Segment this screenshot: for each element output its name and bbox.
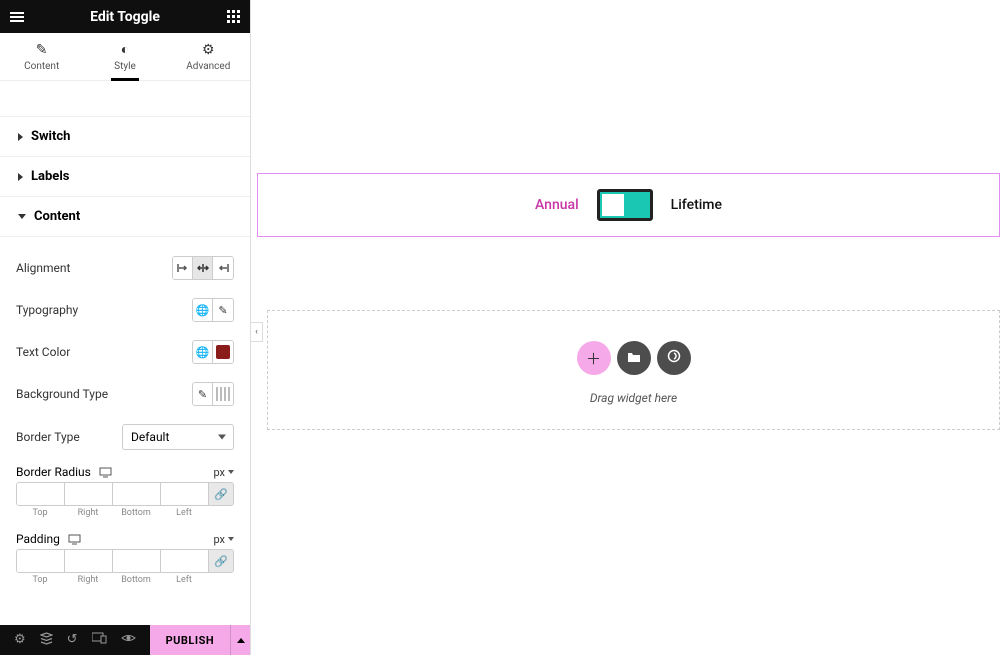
alignment-group xyxy=(172,256,234,280)
tab-content[interactable]: ✎ Content xyxy=(0,33,83,80)
navigator-icon[interactable] xyxy=(40,632,53,649)
contrast-icon: ◐ xyxy=(121,41,129,58)
chevron-up-icon xyxy=(237,638,245,643)
tab-advanced[interactable]: ⚙ Advanced xyxy=(167,33,250,80)
preview-canvas: Annual Lifetime ‹ ＋ xyxy=(251,0,1000,655)
caret-right-icon xyxy=(18,133,23,141)
align-right-button[interactable] xyxy=(213,257,233,279)
history-icon[interactable]: ↺ xyxy=(67,632,78,649)
chevron-down-icon xyxy=(228,470,234,474)
editor-sidebar: Edit Toggle ✎ Content ◐ Style ⚙ Advanced… xyxy=(0,0,251,655)
preview-icon[interactable] xyxy=(121,632,136,649)
border-radius-link-button[interactable]: 🔗 xyxy=(209,483,233,505)
publish-button[interactable]: PUBLISH xyxy=(150,625,231,655)
panel-title: Edit Toggle xyxy=(24,9,226,25)
border-radius-bottom[interactable] xyxy=(113,483,161,505)
gradient-icon xyxy=(216,387,230,401)
color-swatch xyxy=(216,345,230,359)
padding-link-button[interactable]: 🔗 xyxy=(209,550,233,572)
link-icon: 🔗 xyxy=(214,555,228,568)
align-center-button[interactable] xyxy=(193,257,213,279)
border-type-select[interactable]: Default xyxy=(122,424,234,450)
brush-icon: ✎ xyxy=(198,388,207,401)
tab-style[interactable]: ◐ Style xyxy=(83,33,166,80)
import-button[interactable] xyxy=(657,341,691,375)
toggle-widget[interactable]: Annual Lifetime xyxy=(257,173,1000,237)
text-color-global-button[interactable]: 🌐 xyxy=(193,341,213,363)
panel-body: Switch Labels Content Alignment xyxy=(0,81,250,625)
bg-gradient-button[interactable] xyxy=(213,383,233,405)
sidebar-header: Edit Toggle xyxy=(0,0,250,33)
menu-icon[interactable] xyxy=(10,10,24,24)
settings-icon[interactable]: ⚙ xyxy=(14,632,26,649)
template-library-button[interactable] xyxy=(617,341,651,375)
control-text-color: Text Color 🌐 xyxy=(16,331,234,373)
text-color-picker-button[interactable] xyxy=(213,341,233,363)
padding-inputs: 🔗 xyxy=(16,549,234,573)
pencil-icon: ✎ xyxy=(218,304,227,317)
link-icon: 🔗 xyxy=(214,488,228,501)
globe-icon: 🌐 xyxy=(196,346,210,359)
desktop-icon[interactable] xyxy=(99,467,112,478)
control-padding-header: Padding px xyxy=(16,526,234,549)
collapse-sidebar-button[interactable]: ‹ xyxy=(251,322,263,342)
globe-icon: 🌐 xyxy=(196,304,210,317)
plus-icon: ＋ xyxy=(586,348,601,369)
drop-section[interactable]: ＋ Drag widget here xyxy=(267,310,1000,430)
chevron-down-icon xyxy=(228,537,234,541)
section-content[interactable]: Content xyxy=(0,197,250,237)
bg-classic-button[interactable]: ✎ xyxy=(193,383,213,405)
toggle-knob xyxy=(602,194,624,216)
toggle-label-right[interactable]: Lifetime xyxy=(671,197,722,213)
toggle-label-left[interactable]: Annual xyxy=(535,197,579,213)
toggle-switch[interactable] xyxy=(597,189,653,221)
responsive-icon[interactable] xyxy=(92,632,107,649)
control-alignment: Alignment xyxy=(16,247,234,289)
folder-icon xyxy=(627,349,641,367)
border-radius-right[interactable] xyxy=(65,483,113,505)
padding-bottom[interactable] xyxy=(113,550,161,572)
border-radius-inputs: 🔗 xyxy=(16,482,234,506)
control-border-type: Border Type Default xyxy=(16,415,234,459)
caret-right-icon xyxy=(18,173,23,181)
pencil-icon: ✎ xyxy=(36,42,48,58)
gear-icon: ⚙ xyxy=(202,42,215,58)
border-radius-top[interactable] xyxy=(17,483,65,505)
widgets-grid-icon[interactable] xyxy=(226,10,240,24)
padding-unit[interactable]: px xyxy=(213,533,234,546)
import-icon xyxy=(667,349,681,367)
control-border-radius-header: Border Radius px xyxy=(16,459,234,482)
typography-edit-button[interactable]: ✎ xyxy=(213,299,233,321)
caret-down-icon xyxy=(18,214,26,219)
drop-hint-text: Drag widget here xyxy=(590,391,677,405)
section-labels[interactable]: Labels xyxy=(0,157,250,197)
desktop-icon[interactable] xyxy=(68,534,81,545)
add-section-button[interactable]: ＋ xyxy=(577,341,611,375)
padding-right[interactable] xyxy=(65,550,113,572)
typography-global-button[interactable]: 🌐 xyxy=(193,299,213,321)
align-left-button[interactable] xyxy=(173,257,193,279)
section-switch[interactable]: Switch xyxy=(0,117,250,157)
publish-options-button[interactable] xyxy=(230,625,250,655)
control-typography: Typography 🌐 ✎ xyxy=(16,289,234,331)
control-background-type: Background Type ✎ xyxy=(16,373,234,415)
border-radius-left[interactable] xyxy=(161,483,209,505)
editor-tabs: ✎ Content ◐ Style ⚙ Advanced xyxy=(0,33,250,81)
padding-left[interactable] xyxy=(161,550,209,572)
border-radius-unit[interactable]: px xyxy=(213,466,234,479)
padding-top[interactable] xyxy=(17,550,65,572)
sidebar-footer: ⚙ ↺ PUBLISH xyxy=(0,625,250,655)
